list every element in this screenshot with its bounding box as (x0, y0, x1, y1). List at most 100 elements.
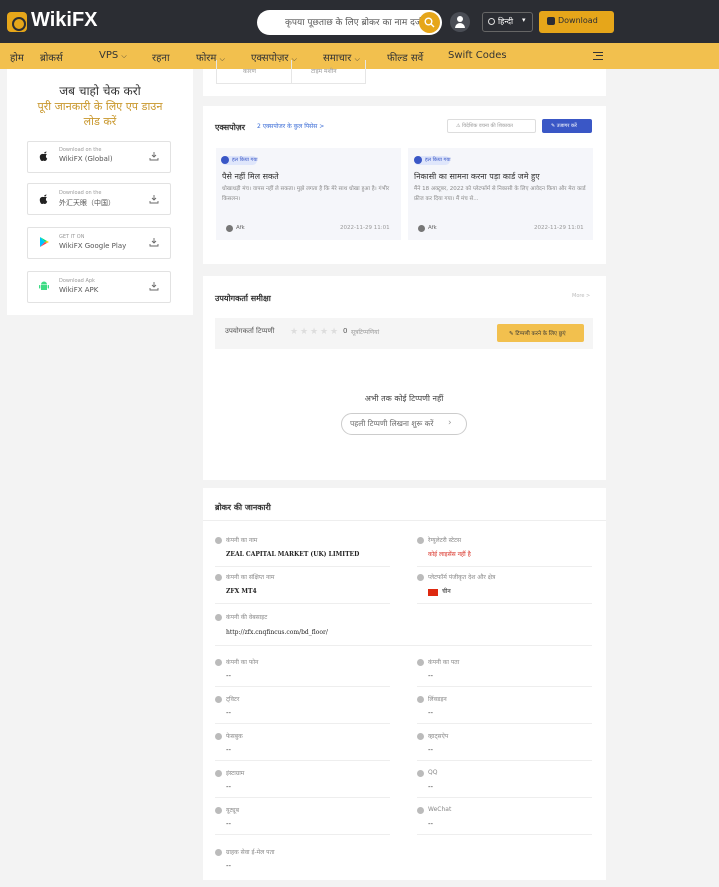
twitter-label: ट्विटर (226, 696, 240, 703)
email-label: ग्राहक सेवा ई-मेल पता (226, 849, 275, 856)
address-value: -- (428, 672, 434, 680)
regulatory-value: कोई लाइसेंस नहीं है (428, 551, 471, 558)
star-icon: ★ (290, 327, 299, 337)
reviews-more-link[interactable]: More > (572, 293, 590, 299)
app-store-name: WikiFX (Global) (59, 155, 113, 163)
youtube-label: यूट्यूब (226, 807, 239, 814)
wechat-icon (417, 807, 424, 814)
resolved-icon (414, 156, 422, 164)
case-body: मैंने 18 अक्टूबर, 2022 को प्लेटफॉर्म से … (414, 186, 586, 202)
globe-icon (488, 18, 495, 25)
user-account-icon[interactable] (450, 12, 470, 32)
qq-value: -- (428, 783, 434, 791)
company-name-value: ZEAL CAPITAL MARKET (UK) LIMITED (226, 551, 360, 558)
case-date: 2022-11-29 11:01 (534, 225, 584, 231)
case-user: Afk (236, 225, 245, 231)
divider (215, 834, 390, 835)
avatar (418, 225, 425, 232)
short-name-label: कंपनी का संक्षिप्त नाम (226, 574, 275, 581)
wikifx-logo-icon[interactable] (7, 12, 27, 32)
nav-item-swift-codes[interactable]: Swift Codes (448, 50, 507, 61)
divider (417, 686, 592, 687)
case-title: पैसे नहीं मिल सकते (222, 172, 279, 181)
divider (417, 797, 592, 798)
location-icon (417, 659, 424, 666)
whatsapp-label: व्हाट्सऐप (428, 733, 449, 740)
case-title: निकासी का सामना करना पड़ा कार्ड जमे हुए (414, 172, 540, 181)
divider (215, 797, 390, 798)
star-icon: ★ (310, 327, 319, 337)
wechat-label: WeChat (428, 806, 452, 813)
exposure-count-link[interactable]: 2 एक्सपोजर के कुल पिसेस > (257, 122, 324, 130)
search-button[interactable] (419, 12, 440, 33)
tab-time-machine[interactable]: टाइम मशीन (311, 67, 337, 75)
linkedin-value: -- (428, 709, 434, 717)
company-name-label: कंपनी का नाम (226, 537, 258, 544)
divider (417, 566, 592, 567)
qq-label: QQ (428, 769, 438, 776)
chevron-down-icon: ⌵ (121, 52, 127, 60)
brand-name[interactable]: WikiFX (31, 9, 98, 32)
divider (417, 760, 592, 761)
whatsapp-icon (417, 733, 424, 740)
tab-reason[interactable]: कारण (243, 67, 256, 75)
avatar (226, 225, 233, 232)
apple-icon (39, 194, 48, 204)
no-reviews-message: अभी तक कोई टिप्पणी नहीं (364, 394, 444, 403)
nav-item-home[interactable]: होम (10, 50, 24, 64)
language-label: हिन्दी (498, 17, 514, 26)
website-label: कंपनी की वेबसाइट (226, 614, 268, 621)
website-link[interactable]: http://zfx.cnqfincus.com/bd_floor/ (226, 629, 328, 636)
nav-item-vps[interactable]: VPS ⌵ (99, 50, 127, 61)
app-store-small-label: Download on the (59, 190, 102, 196)
twitter-value: -- (226, 709, 232, 717)
china-flag-icon (428, 589, 438, 596)
nav-item-field-survey[interactable]: फील्ड सर्वे (387, 50, 423, 64)
divider (215, 760, 390, 761)
expose-label: ✎ उजागर करें (551, 123, 577, 129)
menu-icon[interactable] (593, 52, 603, 60)
android-icon (39, 281, 49, 290)
address-label: कंपनी का पता (428, 659, 460, 666)
download-arrow-icon (149, 282, 159, 291)
google-play-icon (40, 237, 49, 247)
tab-divider (291, 60, 292, 84)
sidebar-subtitle: पूरी जानकारी के लिए एप डाउन लोड करें (37, 100, 163, 128)
nav-item-brokers[interactable]: ब्रोकर्स (40, 50, 63, 64)
nav-label: VPS (99, 50, 119, 61)
case-date: 2022-11-29 11:01 (340, 225, 390, 231)
youtube-icon (215, 807, 222, 814)
google-play-name: WikiFX Google Play (59, 242, 127, 250)
download-arrow-icon (149, 152, 159, 161)
star-icon: ★ (320, 327, 329, 337)
instagram-label: इंस्टाग्राम (226, 770, 245, 777)
resolved-label: हल किया गया (425, 157, 451, 163)
facebook-icon (215, 733, 222, 740)
google-play-small-label: GET IT ON (59, 234, 85, 240)
divider (215, 603, 390, 604)
review-count: 0 (343, 327, 348, 335)
reviews-title: उपयोगकर्ता समीक्षा (215, 294, 271, 303)
star-icon: ★ (300, 327, 309, 337)
linkedin-label: लिंक्डइन (428, 696, 447, 703)
review-count-label: सूत्रटिप्पणियां (351, 329, 380, 336)
search-icon (424, 17, 435, 28)
nav-item-live[interactable]: रहना (152, 50, 170, 64)
write-review-text: टिप्पणी करने के लिए छुएं (515, 331, 566, 337)
country-label: प्लेटफॉर्म पंजीकृत देश और क्षेत्र (428, 574, 496, 581)
broker-info-title: ब्रोकर की जानकारी (215, 503, 271, 512)
facebook-value: -- (226, 746, 232, 754)
location-icon (417, 574, 424, 581)
user-reviews-panel (203, 276, 606, 480)
exposure-title: एक्सपोज़र (215, 123, 245, 132)
instagram-value: -- (226, 783, 232, 791)
report-fraud-text: विदेशिक वचना की शिकायत (462, 123, 513, 129)
short-name-value: ZFX MT4 (226, 588, 257, 595)
download-arrow-icon (149, 195, 159, 204)
qq-icon (417, 770, 424, 777)
chevron-down-icon: ▾ (522, 16, 526, 24)
company-icon (215, 574, 222, 581)
review-comment-label: उपयोगकर्ता टिप्पणी (225, 327, 275, 335)
case-user: Afk (428, 225, 437, 231)
search-placeholder: कृपया पूछताछ के लिए ब्रोकर का नाम दर्ज क… (285, 18, 436, 28)
